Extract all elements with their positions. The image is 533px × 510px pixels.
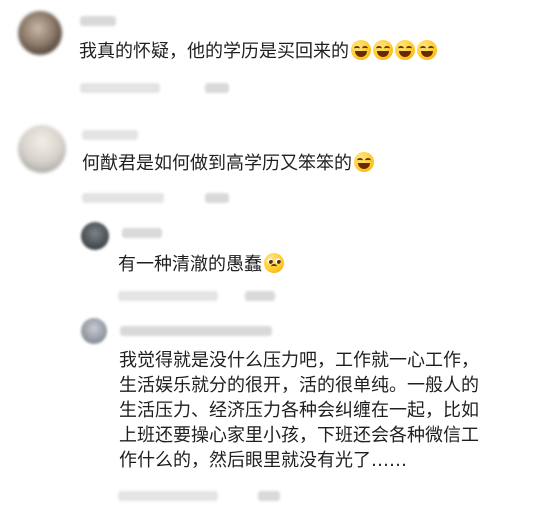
reply-text-line: 生活压力、经济压力各种会纠缠在一起，比如: [119, 400, 479, 421]
username[interactable]: [82, 130, 138, 140]
avatar[interactable]: [18, 11, 62, 55]
reply-text-content: 有一种清澈的愚蠢: [118, 254, 262, 275]
pleading-emoji: [264, 253, 284, 273]
comment-meta: [80, 83, 160, 93]
comment-meta: [82, 193, 164, 203]
comment-text: 我真的怀疑，他的学历是买回来的: [79, 38, 437, 65]
username[interactable]: [80, 16, 116, 26]
reply-button[interactable]: [205, 193, 229, 203]
reply-text: 有一种清澈的愚蠢: [118, 251, 284, 278]
reply-text-line: 作什么的，然后眼里就没有光了……: [119, 450, 407, 471]
reply-button[interactable]: [205, 83, 229, 93]
rofl-emoji: [351, 40, 371, 60]
reply-button[interactable]: [258, 491, 280, 501]
avatar[interactable]: [18, 125, 66, 173]
reply-meta: [118, 491, 218, 501]
reply-text: 我觉得就是没什么压力吧，工作就一心工作， 生活娱乐就分的很开，活的很单纯。一般人…: [119, 348, 479, 473]
reply-meta: [118, 291, 218, 301]
reply-text-line: 生活娱乐就分的很开，活的很单纯。一般人的: [119, 375, 479, 396]
rofl-emoji: [373, 40, 393, 60]
rofl-emoji: [417, 40, 437, 60]
rofl-emoji: [354, 152, 374, 172]
reply-button[interactable]: [245, 291, 275, 301]
reply-text-line: 我觉得就是没什么压力吧，工作就一心工作，: [119, 350, 479, 371]
rofl-emoji: [395, 40, 415, 60]
username[interactable]: [122, 228, 162, 238]
avatar[interactable]: [81, 222, 109, 250]
reply-text-line: 上班还要操心家里小孩，下班还会各种微信工: [119, 425, 479, 446]
comment-text-content: 何猷君是如何做到高学历又笨笨的: [82, 153, 352, 174]
username[interactable]: [120, 326, 272, 336]
avatar[interactable]: [81, 318, 107, 344]
comment-text-content: 我真的怀疑，他的学历是买回来的: [79, 41, 349, 62]
comment-text: 何猷君是如何做到高学历又笨笨的: [82, 150, 374, 177]
